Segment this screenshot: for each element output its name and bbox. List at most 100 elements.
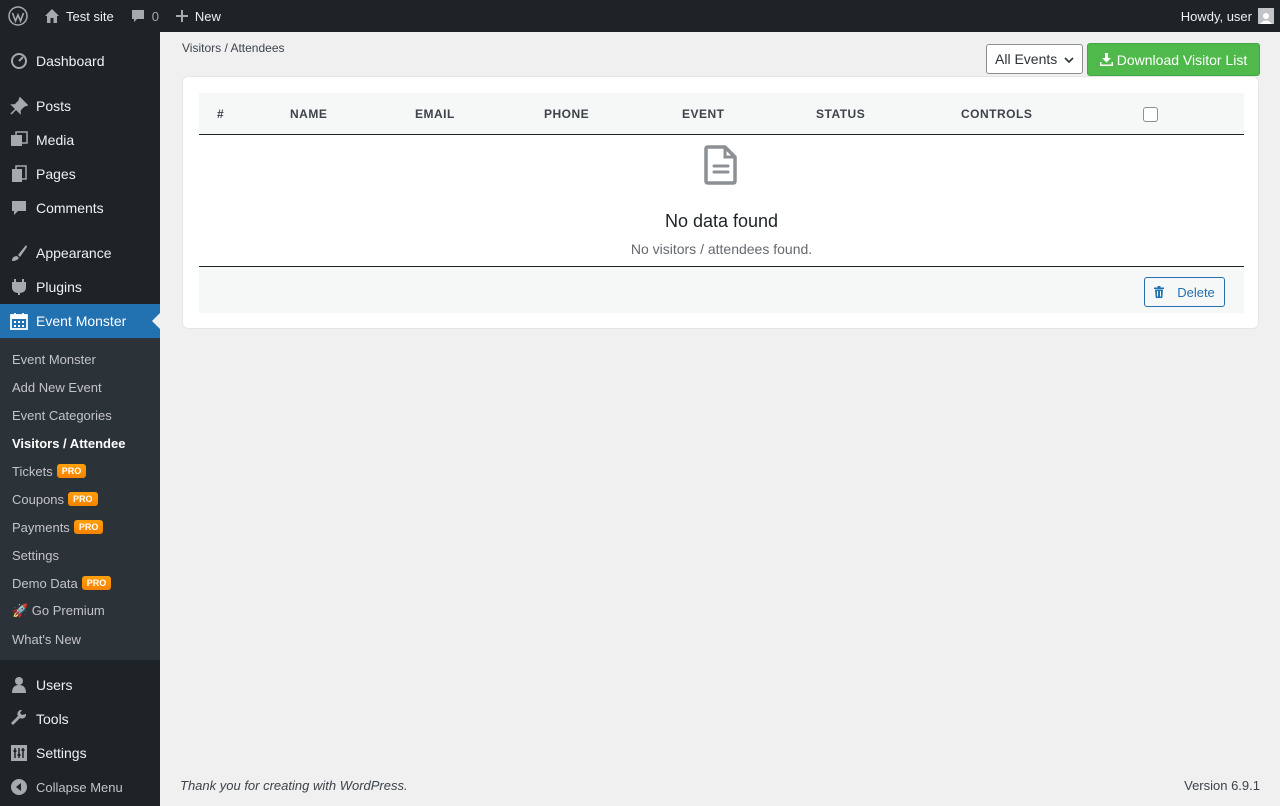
- plus-icon: [175, 9, 189, 23]
- menu-label: Pages: [36, 166, 76, 182]
- comments-link[interactable]: 0: [122, 0, 167, 32]
- new-content-link[interactable]: New: [167, 0, 229, 32]
- submenu-event-categories[interactable]: Event Categories: [0, 401, 160, 429]
- main-content: Visitors / Attendees All Events Download…: [160, 32, 1280, 806]
- wordpress-logo-icon[interactable]: [0, 0, 36, 32]
- paintbrush-icon: [10, 244, 28, 262]
- menu-label: Settings: [36, 745, 87, 761]
- pro-badge: PRO: [56, 464, 87, 478]
- menu-label: Users: [36, 677, 73, 693]
- table-footer: Delete: [199, 266, 1244, 313]
- submenu-label: Coupons: [12, 491, 65, 507]
- pro-badge: PRO: [68, 492, 98, 506]
- submenu-coupons[interactable]: Coupons PRO: [0, 485, 160, 513]
- column-header-event[interactable]: EVENT: [682, 107, 725, 121]
- select-all-checkbox[interactable]: [1143, 107, 1158, 122]
- download-visitor-list-button[interactable]: Download Visitor List: [1087, 43, 1260, 76]
- column-header-controls: CONTROLS: [961, 107, 1033, 121]
- home-icon: [44, 8, 60, 24]
- comment-icon: [130, 8, 146, 24]
- settings-icon: [10, 744, 28, 762]
- event-filter-value: All Events: [995, 51, 1058, 67]
- submenu-demo-data[interactable]: Demo Data PRO: [0, 569, 160, 597]
- download-label: Download Visitor List: [1116, 51, 1248, 68]
- dashboard-icon: [10, 52, 28, 70]
- menu-label: Dashboard: [36, 53, 105, 69]
- collapse-menu-button[interactable]: Collapse Menu: [0, 770, 160, 804]
- event-filter-select[interactable]: All Events: [986, 44, 1083, 74]
- submenu-whats-new[interactable]: What's New: [0, 625, 160, 653]
- footer-version: Version 6.9.1: [1184, 778, 1260, 793]
- menu-tools[interactable]: Tools: [0, 702, 160, 736]
- menu-media[interactable]: Media: [0, 123, 160, 157]
- admin-bar: Test site 0 New Howdy, user: [0, 0, 1280, 32]
- submenu-settings[interactable]: Settings: [0, 541, 160, 569]
- submenu-payments[interactable]: Payments PRO: [0, 513, 160, 541]
- chevron-down-icon: [1063, 53, 1075, 69]
- menu-pages[interactable]: Pages: [0, 157, 160, 191]
- pro-badge: PRO: [81, 576, 112, 590]
- new-label: New: [194, 8, 221, 24]
- footer-thanks: Thank you for creating with WordPress.: [180, 778, 408, 793]
- menu-label: Comments: [36, 200, 104, 216]
- menu-settings[interactable]: Settings: [0, 736, 160, 770]
- submenu-go-premium[interactable]: 🚀 Go Premium: [0, 597, 160, 625]
- site-name-link[interactable]: Test site: [36, 0, 122, 32]
- calendar-icon: [10, 312, 28, 330]
- plugin-icon: [10, 278, 28, 296]
- pro-badge: PRO: [73, 520, 104, 534]
- menu-dashboard[interactable]: Dashboard: [0, 44, 160, 78]
- menu-appearance[interactable]: Appearance: [0, 236, 160, 270]
- site-name: Test site: [66, 8, 114, 24]
- submenu-label: Event Monster: [12, 351, 96, 367]
- menu-label: Appearance: [36, 245, 112, 261]
- empty-state-title: No data found: [664, 211, 779, 231]
- menu-users[interactable]: Users: [0, 668, 160, 702]
- submenu-label: 🚀 Go Premium: [12, 603, 105, 618]
- submenu-visitors-attendee[interactable]: Visitors / Attendee: [0, 429, 160, 457]
- delete-button[interactable]: Delete: [1144, 277, 1225, 307]
- document-icon: [704, 145, 738, 188]
- menu-label: Plugins: [36, 279, 82, 295]
- empty-state-message: No visitors / attendees found.: [630, 241, 813, 257]
- column-header-name[interactable]: NAME: [290, 107, 327, 121]
- submenu-label: Add New Event: [12, 379, 102, 395]
- menu-label: Posts: [36, 98, 72, 114]
- submenu-label: Event Categories: [12, 407, 112, 423]
- comment-icon: [10, 199, 28, 217]
- event-monster-submenu: Event Monster Add New Event Event Catego…: [0, 338, 160, 660]
- submenu-label: Payments: [12, 519, 70, 535]
- submenu-label: Demo Data: [12, 575, 78, 591]
- wrench-icon: [10, 710, 28, 728]
- delete-label: Delete: [1177, 284, 1215, 300]
- my-account-link[interactable]: Howdy, user: [1173, 0, 1280, 32]
- pushpin-icon: [10, 97, 28, 115]
- column-header-status[interactable]: STATUS: [816, 107, 865, 121]
- submenu-event-monster[interactable]: Event Monster: [0, 345, 160, 373]
- collapse-icon: [10, 778, 28, 796]
- menu-comments[interactable]: Comments: [0, 191, 160, 225]
- column-header-email[interactable]: EMAIL: [415, 107, 455, 121]
- menu-label: Media: [36, 132, 75, 148]
- submenu-add-new-event[interactable]: Add New Event: [0, 373, 160, 401]
- menu-label: Event Monster: [36, 313, 127, 329]
- menu-posts[interactable]: Posts: [0, 89, 160, 123]
- download-icon: [1099, 53, 1113, 66]
- submenu-label: Settings: [12, 547, 59, 563]
- column-header-number: #: [217, 107, 225, 121]
- pages-icon: [10, 165, 28, 183]
- howdy-text: Howdy, user: [1180, 8, 1252, 24]
- user-icon: [10, 676, 28, 694]
- table-header: # NAME EMAIL PHONE EVENT STATUS CONTROLS: [199, 93, 1244, 135]
- submenu-label: Tickets: [12, 463, 53, 479]
- submenu-label: What's New: [12, 631, 81, 647]
- avatar: [1258, 8, 1274, 24]
- visitors-card: # NAME EMAIL PHONE EVENT STATUS CONTROLS…: [182, 76, 1259, 329]
- menu-plugins[interactable]: Plugins: [0, 270, 160, 304]
- media-icon: [10, 131, 28, 149]
- menu-event-monster[interactable]: Event Monster: [0, 304, 160, 338]
- comments-count: 0: [151, 8, 159, 24]
- column-header-phone[interactable]: PHONE: [544, 107, 589, 121]
- submenu-tickets[interactable]: Tickets PRO: [0, 457, 160, 485]
- menu-label: Tools: [36, 711, 69, 727]
